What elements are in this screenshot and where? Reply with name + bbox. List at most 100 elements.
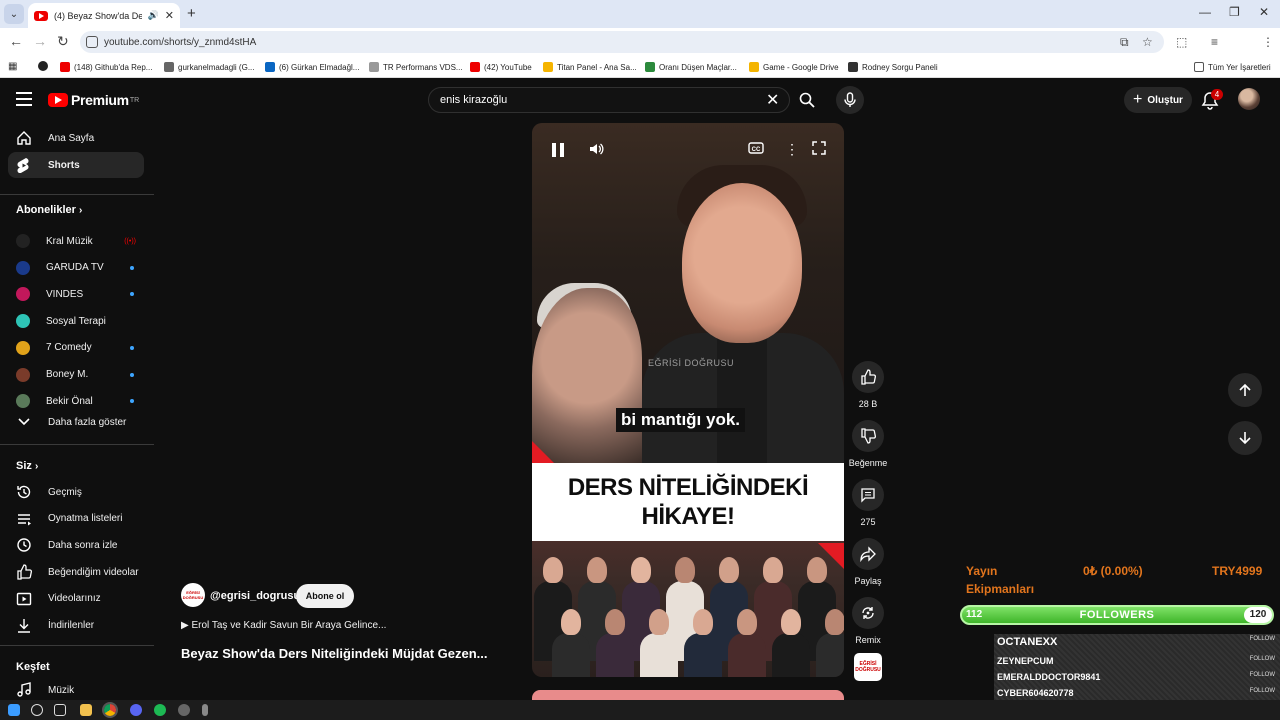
next-short-preview[interactable] [532, 690, 844, 700]
bookmark-item[interactable]: gurkanelmadagli (G... [164, 60, 254, 74]
sidebar-item-you[interactable]: İndirilenler [8, 613, 144, 639]
browser-tab[interactable]: (4) Beyaz Show'da Ders Nitel 🔊 ✕ [28, 3, 180, 28]
subscriptions-heading[interactable]: Abonelikler › [16, 204, 82, 216]
youtube-logo-icon [48, 93, 68, 107]
like-button[interactable]: 28 B [852, 361, 884, 409]
bookmark-star-icon[interactable]: ☆ [1142, 35, 1153, 49]
followers-goal-bar: 112 FOLLOWERS 120 [960, 605, 1274, 625]
bookmark-item[interactable]: Rodney Sorgu Paneli [848, 60, 938, 74]
sidebar-item-home[interactable]: Ana Sayfa [8, 125, 144, 151]
bookmark-item[interactable]: (148) Github'da Rep... [60, 60, 152, 74]
restore-button[interactable]: ❐ [1229, 5, 1240, 19]
discord-icon[interactable] [130, 704, 142, 716]
photo-person-head [605, 609, 625, 635]
pause-button[interactable] [552, 143, 566, 157]
audio-app-icon[interactable] [202, 704, 208, 716]
chrome-icon[interactable] [102, 702, 118, 718]
tab-audio-icon[interactable]: 🔊 [148, 10, 159, 21]
sidebar-item-you[interactable]: Daha sonra izle [8, 532, 144, 558]
address-bar[interactable]: youtube.com/shorts/y_znmd4stHA [80, 31, 1164, 53]
youtube-premium-logo[interactable]: Premium TR [48, 92, 139, 108]
bookmark-favicon-icon [848, 62, 858, 72]
plus-icon: + [1133, 91, 1143, 108]
search-button[interactable] [790, 87, 824, 113]
channel-thumbnail[interactable]: EĞRİSİ DOĞRUSU [854, 653, 882, 681]
follower-name: CYBER604620778 [997, 688, 1074, 698]
hamburger-menu-icon[interactable] [16, 92, 32, 106]
previous-short-button[interactable] [1228, 373, 1262, 407]
video-headline-box: DERS NİTELİĞİNDEKİ HİKAYE! [532, 463, 844, 541]
sidebar-item-you-label: Oynatma listeleri [48, 513, 123, 525]
subscription-item[interactable]: GARUDA TV [8, 255, 144, 281]
bookmark-item[interactable]: TR Performans VDS... [369, 60, 463, 74]
bookmark-item[interactable]: (42) YouTube [470, 60, 532, 74]
tab-search-button[interactable]: ⌄ [4, 4, 24, 24]
subscribe-button[interactable]: Abone ol [296, 584, 354, 608]
browser-toolbar: ← → ↻ youtube.com/shorts/y_znmd4stHA ⧉ ☆… [0, 28, 1280, 76]
show-more-button[interactable]: Daha fazla göster [8, 409, 144, 435]
captions-button[interactable]: CC [748, 141, 764, 158]
subscription-label: Boney M. [46, 369, 89, 380]
new-tab-button[interactable]: + [187, 5, 196, 22]
sidebar-item-shorts[interactable]: Shorts [8, 152, 144, 178]
reload-button[interactable]: ↻ [57, 33, 69, 50]
sidebar-item-you[interactable]: Videolarınız [8, 586, 144, 612]
account-avatar[interactable] [1238, 88, 1260, 110]
playlist-link[interactable]: ▶ Erol Taş ve Kadir Savun Bir Araya Geli… [181, 620, 386, 631]
bookmark-item[interactable]: (6) Gürkan Elmadağl... [265, 60, 359, 74]
subscription-item[interactable]: VINDES [8, 281, 144, 307]
forward-button[interactable]: → [33, 33, 47, 49]
spotify-icon[interactable] [154, 704, 166, 716]
sidebar-item-you[interactable]: Geçmiş [8, 479, 144, 505]
subscription-item[interactable]: Sosyal Terapi [8, 308, 144, 334]
search-taskbar-icon[interactable] [31, 704, 43, 716]
follow-tag: FOLLOW [1249, 656, 1275, 662]
share-button[interactable]: Paylaş [852, 538, 884, 586]
share-label: Paylaş [854, 576, 882, 586]
browser-menu-icon[interactable]: ⋮ [1262, 35, 1274, 49]
search-input[interactable]: enis kirazoğlu [428, 87, 790, 113]
site-info-icon[interactable] [86, 36, 98, 48]
short-title[interactable]: Beyaz Show'da Ders Niteliğindeki Müjdat … [181, 646, 488, 661]
next-short-button[interactable] [1228, 421, 1262, 455]
tab-close-icon[interactable]: ✕ [165, 9, 174, 22]
channel-handle[interactable]: @egrisi_dogrusu [210, 590, 300, 602]
close-window-button[interactable]: ✕ [1259, 5, 1269, 19]
task-view-icon[interactable] [54, 704, 66, 716]
file-explorer-icon[interactable] [80, 704, 92, 716]
fullscreen-icon[interactable] [812, 141, 826, 158]
subscription-item[interactable]: 7 Comedy [8, 335, 144, 361]
remix-button[interactable]: Remix [852, 597, 884, 645]
dislike-button[interactable]: Beğenme [849, 420, 887, 468]
comments-button[interactable]: 275 [852, 479, 884, 527]
sidebar-item-you[interactable]: Beğendiğim videolar [8, 559, 144, 585]
short-video-player[interactable]: EĞRİSİ DOĞRUSU bi mantığı yok. DERS NİTE… [532, 123, 844, 677]
clear-search-icon[interactable]: ✕ [766, 90, 779, 110]
back-button[interactable]: ← [9, 33, 23, 49]
sidebar-item-you[interactable]: Oynatma listeleri [8, 506, 144, 532]
media-control-icon[interactable]: ≡ [1211, 35, 1218, 49]
extensions-icon[interactable]: ⬚ [1176, 35, 1187, 49]
sidebar-divider [0, 194, 154, 195]
github-icon[interactable] [38, 61, 48, 71]
all-bookmarks-folder[interactable]: Tüm Yer İşaretleri [1194, 60, 1271, 74]
bookmark-favicon-icon [543, 62, 553, 72]
channel-avatar[interactable]: EĞRİSİ DOĞRUSU [181, 583, 205, 607]
more-options-icon[interactable]: ⋮ [785, 141, 799, 158]
obs-icon[interactable] [178, 704, 190, 716]
voice-search-button[interactable] [836, 86, 864, 114]
sidebar-item-you-label: Geçmiş [48, 486, 82, 498]
you-heading[interactable]: Siz › [16, 460, 38, 472]
volume-icon[interactable] [588, 141, 604, 160]
bookmark-item[interactable]: Game - Google Drive [749, 60, 839, 74]
subscription-item[interactable]: Boney M. [8, 362, 144, 388]
bookmark-item[interactable]: Titan Panel - Ana Sa... [543, 60, 637, 74]
create-button[interactable]: + Oluştur [1124, 87, 1192, 113]
video-inset-person [532, 288, 642, 463]
bookmark-item[interactable]: Oranı Düşen Maçlar... [645, 60, 737, 74]
start-icon[interactable] [8, 704, 20, 716]
apps-grid-icon[interactable]: ▦ [8, 61, 17, 72]
cast-icon[interactable]: ⧉ [1120, 35, 1129, 50]
minimize-button[interactable]: — [1199, 5, 1211, 19]
subscription-item[interactable]: Kral Müzik ((•)) [8, 228, 144, 254]
